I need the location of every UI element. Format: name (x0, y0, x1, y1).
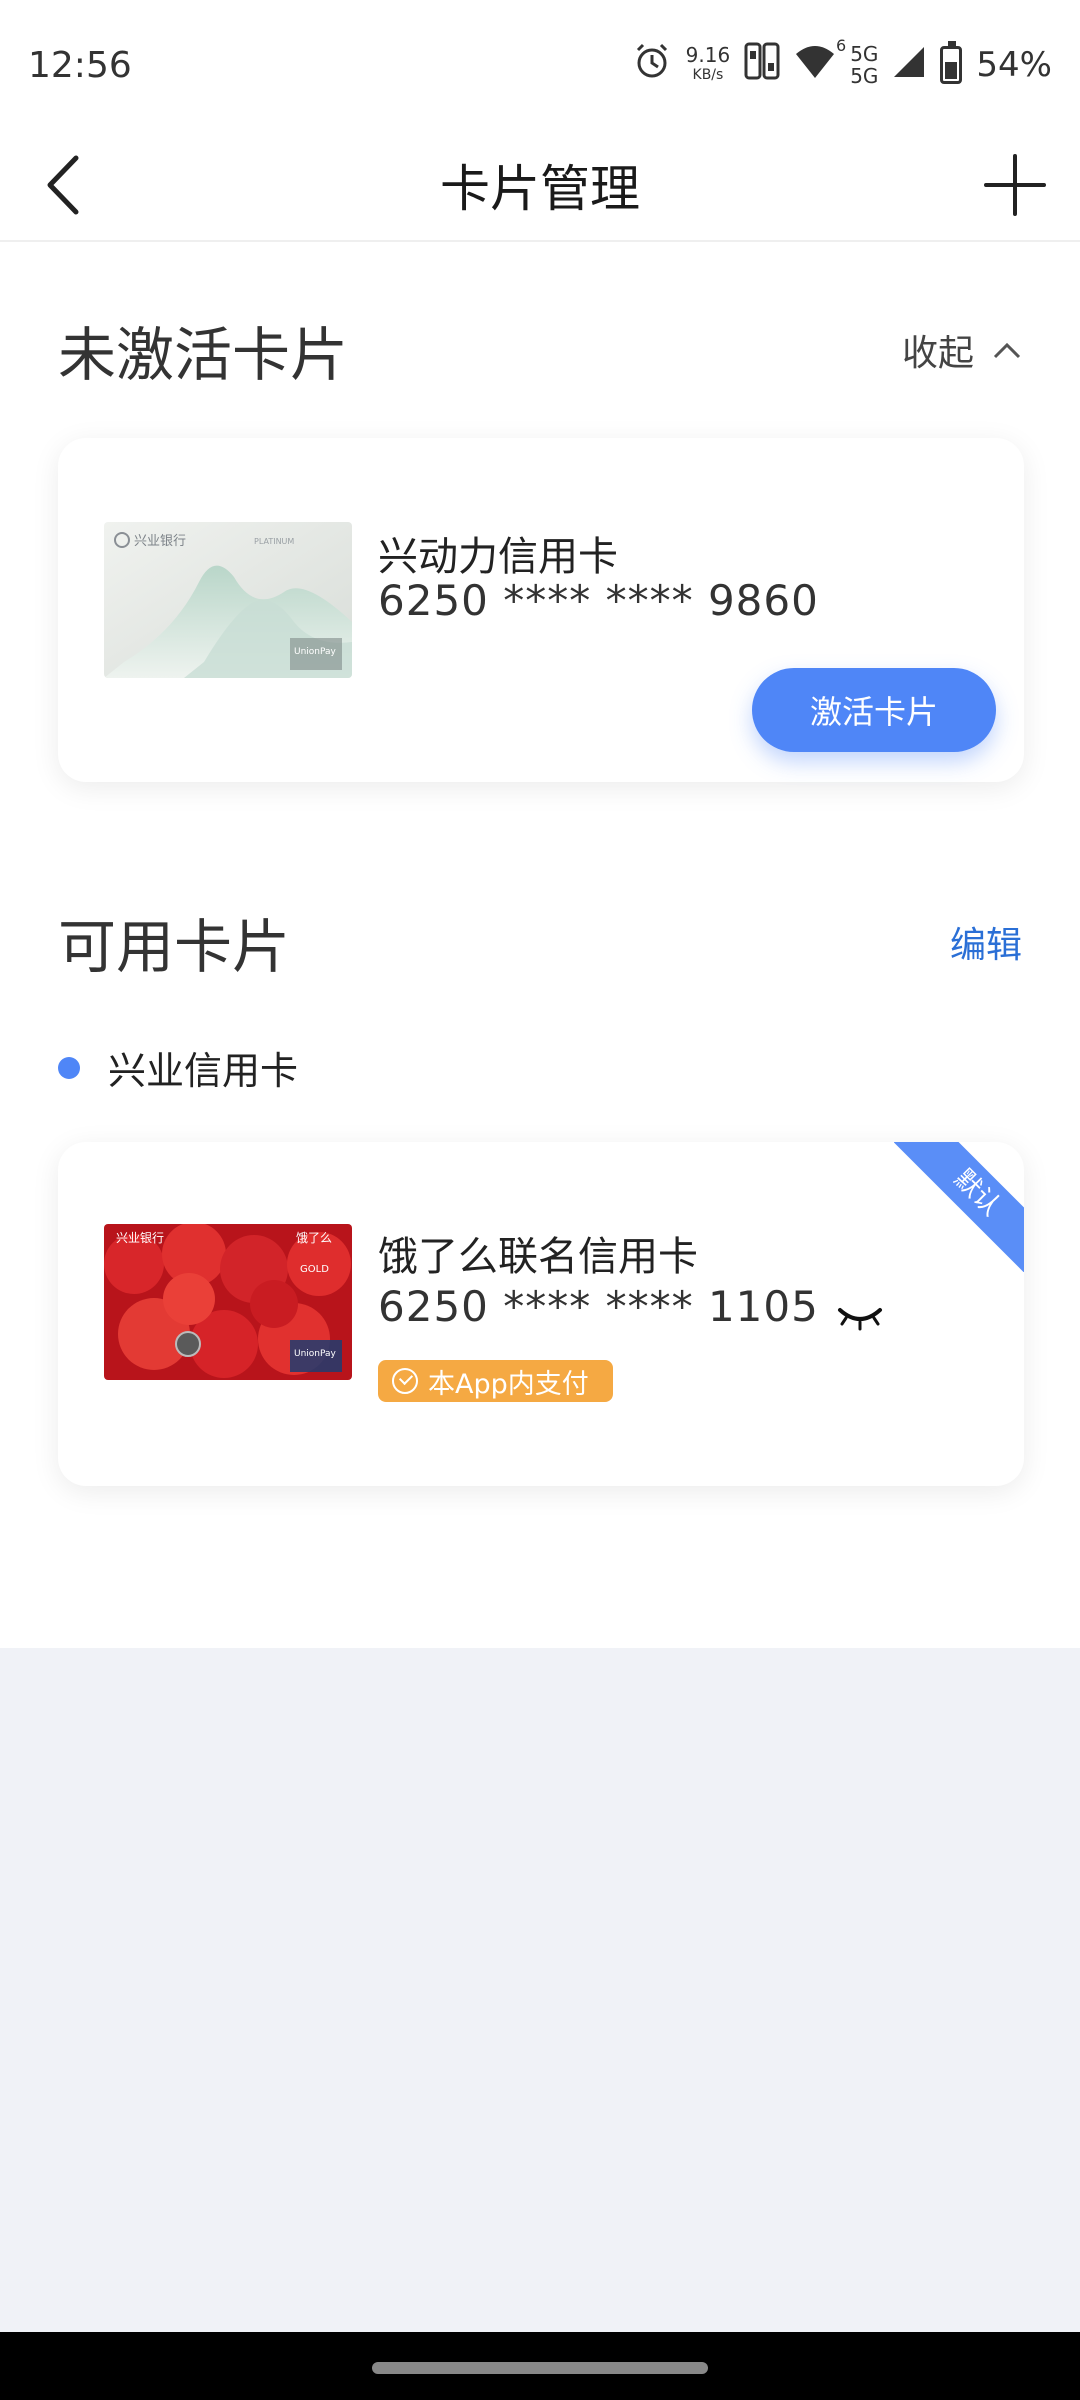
available-section-header: 可用卡片 编辑 (58, 900, 1022, 984)
signal-icon (892, 43, 926, 88)
speed-value: 9.16 (685, 43, 731, 67)
nav-bar: 卡片管理 (0, 130, 1080, 242)
check-circle-icon (392, 1368, 418, 1394)
battery-icon (940, 41, 963, 84)
collapse-button[interactable]: 收起 (902, 324, 1022, 376)
battery-percent: 54% (976, 45, 1052, 85)
pay-label: 本App内支付 (428, 1368, 589, 1400)
card-network-text: UnionPay (294, 1349, 337, 1359)
bank-group-row: 兴业信用卡 (58, 1040, 298, 1095)
eye-closed-icon[interactable] (836, 1302, 884, 1332)
collapse-label: 收起 (901, 333, 974, 374)
activate-card-button[interactable]: 激活卡片 (752, 668, 996, 752)
add-card-button[interactable] (980, 150, 1050, 220)
card-number: 6250 **** **** 9860 (378, 576, 819, 625)
card-image-eleme: 兴业银行 饿了么 GOLD UnionPay (104, 1224, 352, 1380)
card-tier-text: GOLD (300, 1264, 329, 1275)
network-type-bottom: 5G (850, 64, 879, 88)
default-ribbon: 默认 (894, 1142, 1024, 1272)
network-speed: 9.16 KB/s (686, 45, 731, 85)
default-badge: 默认 (894, 1142, 1024, 1272)
chevron-left-icon (47, 155, 79, 215)
wifi-label: 6 (836, 35, 847, 55)
card-name: 兴动力信用卡 (378, 534, 618, 580)
card-image-xingdongli: 兴业银行 PLATINUM UnionPay (104, 522, 352, 678)
card-tier-text: PLATINUM (254, 537, 294, 546)
card-bank-logo: 兴业银行 (134, 534, 186, 549)
dual-sim-icon (744, 41, 780, 90)
available-card[interactable]: 默认 兴业银行 饿了么 GOLD UnionPay 饿了么联名信用卡 6250 … (58, 1142, 1024, 1486)
inactive-card[interactable]: 兴业银行 PLATINUM UnionPay 兴动力信用卡 6250 **** … (58, 438, 1024, 782)
status-icons: 9.16 KB/s 6 5G 5G 54% (632, 36, 1052, 90)
home-indicator[interactable] (372, 2362, 708, 2374)
page-footer-area (0, 1648, 1080, 2332)
network-type: 5G 5G (850, 43, 878, 87)
available-section-title: 可用卡片 (58, 913, 291, 981)
bank-group-name: 兴业信用卡 (108, 1049, 299, 1093)
chevron-up-icon (993, 342, 1021, 359)
inactive-section-header: 未激活卡片 收起 (58, 308, 1022, 392)
wifi-icon: 6 (794, 36, 846, 89)
plus-icon (984, 154, 1046, 216)
back-button[interactable] (30, 150, 100, 220)
inactive-section-title: 未激活卡片 (58, 321, 349, 389)
alarm-icon (632, 41, 672, 90)
network-type-top: 5G (850, 42, 879, 66)
edit-button[interactable]: 编辑 (950, 916, 1022, 968)
card-bank-logo: 兴业银行 (116, 1231, 164, 1245)
bank-dot-icon (58, 1056, 80, 1079)
card-cobrand-text: 饿了么 (296, 1231, 332, 1245)
in-app-pay-badge: 本App内支付 (378, 1360, 613, 1402)
card-name: 饿了么联名信用卡 (378, 1234, 698, 1280)
card-network-text: UnionPay (294, 647, 337, 657)
status-time: 12:56 (28, 44, 132, 86)
speed-unit: KB/s (692, 67, 724, 83)
status-bar: 12:56 9.16 KB/s 6 5G 5G 54% (0, 0, 1080, 130)
gesture-nav-bar (0, 2332, 1080, 2400)
card-number: 6250 **** **** 1105 (378, 1282, 819, 1331)
page-title: 卡片管理 (440, 160, 640, 218)
